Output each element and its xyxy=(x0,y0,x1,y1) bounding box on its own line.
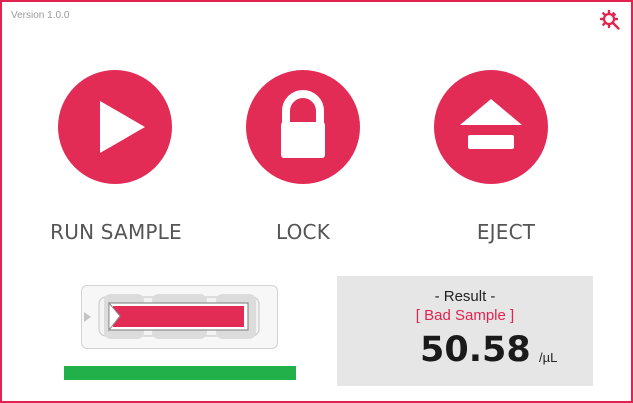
cartridge-status-panel xyxy=(81,285,278,349)
result-panel: - Result - [ Bad Sample ] 50.58 /µL xyxy=(337,276,593,386)
play-icon xyxy=(100,101,145,153)
run-sample-button[interactable] xyxy=(58,70,172,184)
result-unit: /µL xyxy=(539,350,558,365)
progress-bar-fill xyxy=(64,366,296,380)
result-status: [ Bad Sample ] xyxy=(415,307,515,324)
result-title: - Result - xyxy=(434,288,496,305)
eject-icon xyxy=(460,99,522,149)
eject-label: EJECT xyxy=(476,220,536,244)
version-label: Version 1.0.0 xyxy=(11,10,70,21)
result-value: 50.58 xyxy=(420,330,531,370)
app-window: Version 1.0.0 RUN SAMPLE LOCK EJECT - Re… xyxy=(0,0,633,403)
run-sample-label: RUN SAMPLE xyxy=(50,220,182,244)
progress-bar xyxy=(64,366,296,380)
lock-button[interactable] xyxy=(246,70,360,184)
settings-gear-icon[interactable] xyxy=(599,9,621,31)
lock-label: LOCK xyxy=(275,220,331,244)
sample-cartridge-icon xyxy=(84,294,260,339)
lock-icon xyxy=(281,90,325,158)
eject-button[interactable] xyxy=(434,70,548,184)
